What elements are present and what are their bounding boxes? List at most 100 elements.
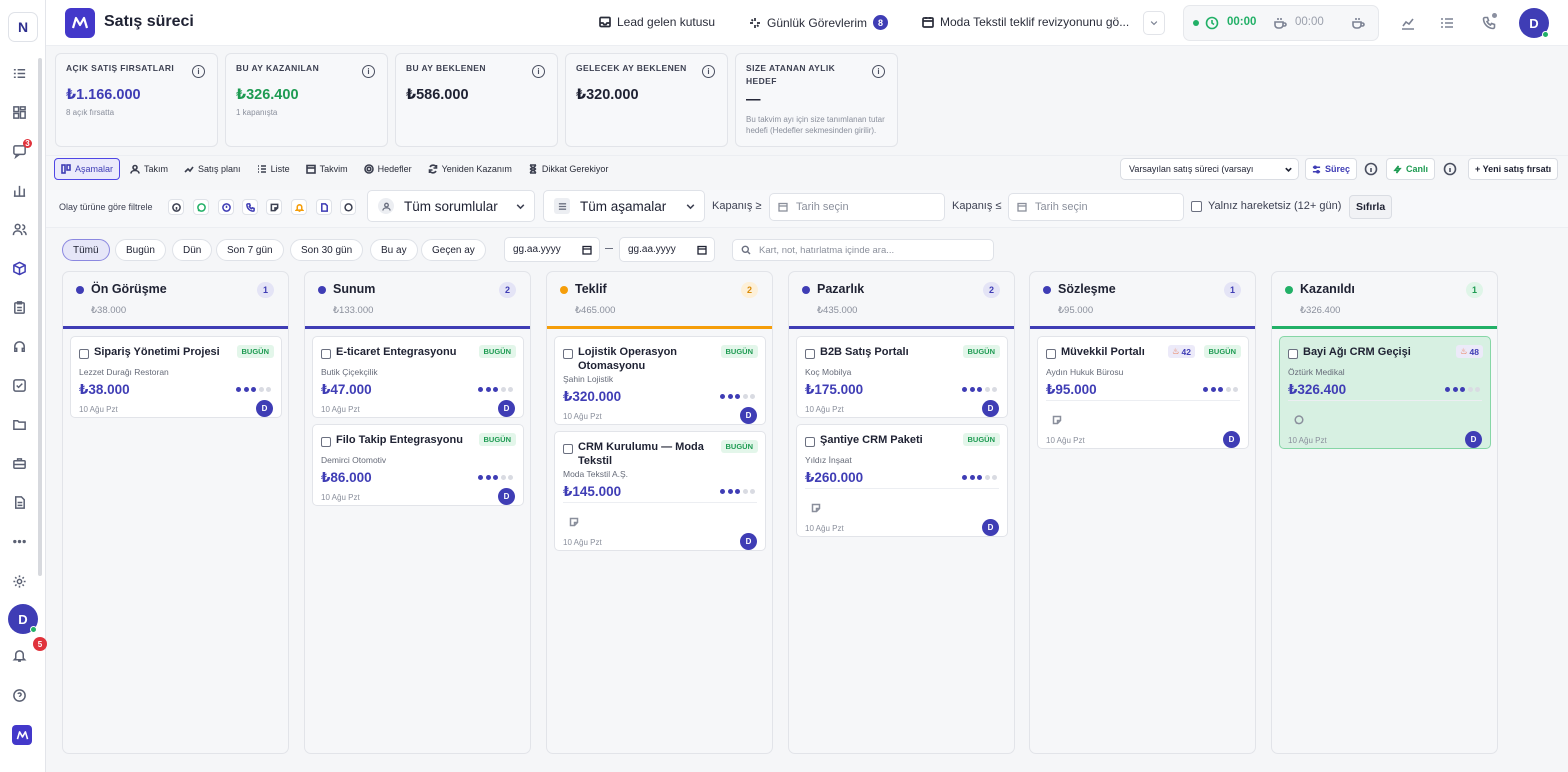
note-icon[interactable] — [811, 500, 821, 513]
date-chip[interactable]: Bugün — [115, 239, 166, 261]
note-icon[interactable] — [1052, 412, 1062, 425]
app-logo[interactable] — [65, 8, 95, 38]
workspace-switcher[interactable]: N — [8, 12, 38, 42]
task-list-icon[interactable] — [1439, 15, 1455, 31]
bell-icon[interactable] — [10, 646, 28, 664]
reminder-icon[interactable] — [291, 199, 307, 215]
inactive-only-checkbox[interactable] — [1191, 201, 1202, 212]
pipeline-select[interactable]: Varsayılan satış süreci (varsayı — [1120, 158, 1299, 180]
dashboard-icon[interactable] — [10, 103, 28, 121]
clipboard-icon[interactable] — [10, 298, 28, 316]
sidebar-scrollbar[interactable] — [38, 58, 42, 576]
brand-logo[interactable] — [12, 725, 32, 745]
settings-icon[interactable] — [10, 572, 28, 590]
info-icon[interactable]: i — [872, 65, 885, 78]
users-icon[interactable] — [10, 220, 28, 238]
info-icon[interactable]: i — [192, 65, 205, 78]
tab-calendar[interactable]: Takvim — [300, 158, 354, 180]
whatsapp-icon[interactable] — [193, 199, 209, 215]
call-icon[interactable] — [242, 199, 258, 215]
close-to-date[interactable]: Tarih seçin — [1008, 193, 1184, 221]
info-icon[interactable] — [168, 199, 184, 215]
date-chip[interactable]: Dün — [172, 239, 213, 261]
comment-icon[interactable] — [340, 199, 356, 215]
card-checkbox[interactable] — [805, 349, 815, 359]
tab-goals[interactable]: Hedefler — [358, 158, 418, 180]
tab-team[interactable]: Takım — [124, 158, 174, 180]
coffee-icon[interactable] — [1351, 16, 1365, 30]
close-from-date[interactable]: Tarih seçin — [769, 193, 945, 221]
card-checkbox[interactable] — [1046, 349, 1056, 359]
new-opportunity-button[interactable]: + Yeni satış fırsatı — [1468, 158, 1559, 180]
folder-icon[interactable] — [10, 415, 28, 433]
owner-avatar[interactable]: D — [498, 400, 515, 417]
owner-avatar[interactable]: D — [982, 400, 999, 417]
comment-icon[interactable] — [1294, 412, 1304, 425]
live-button[interactable]: Canlı — [1386, 158, 1436, 180]
card-checkbox[interactable] — [563, 444, 573, 454]
tab-winback[interactable]: Yeniden Kazanım — [422, 158, 518, 180]
process-info-icon[interactable] — [1362, 160, 1380, 178]
info-icon[interactable]: i — [532, 65, 545, 78]
tab-stages[interactable]: Aşamalar — [54, 158, 121, 180]
deal-card[interactable]: Lojistik Operasyon Otomasyonu BUGÜN Şahin … — [554, 336, 766, 425]
live-info-icon[interactable] — [1441, 160, 1459, 178]
reset-button[interactable]: Sıfırla — [1349, 195, 1393, 219]
card-checkbox[interactable] — [321, 437, 331, 447]
owner-avatar[interactable]: D — [1465, 431, 1482, 448]
owner-avatar[interactable]: D — [498, 488, 515, 505]
lead-inbox-link[interactable]: Lead gelen kutusu — [599, 15, 715, 29]
card-checkbox[interactable] — [321, 349, 331, 359]
date-chip[interactable]: Son 30 gün — [290, 239, 364, 261]
deal-card[interactable]: B2B Satış Portalı BUGÜN Koç Mobilya ₺175.0… — [796, 336, 1008, 418]
event-dropdown-button[interactable] — [1143, 11, 1165, 35]
note-icon[interactable] — [569, 514, 579, 527]
document-icon[interactable] — [316, 199, 332, 215]
deal-card[interactable]: CRM Kurulumu — Moda Tekstil BUGÜN Moda Tek… — [554, 431, 766, 551]
break-icon[interactable] — [1273, 16, 1287, 30]
date-chip[interactable]: Son 7 gün — [216, 239, 284, 261]
daily-tasks-link[interactable]: Günlük Görevlerim 8 — [749, 15, 889, 30]
cube-icon[interactable] — [10, 259, 28, 277]
date-chip[interactable]: Bu ay — [370, 239, 418, 261]
chart-icon[interactable] — [10, 181, 28, 199]
clock-icon[interactable] — [1205, 16, 1219, 30]
card-checkbox[interactable] — [1288, 349, 1298, 359]
owner-avatar[interactable]: D — [740, 407, 757, 424]
info-icon[interactable]: i — [702, 65, 715, 78]
info-icon[interactable]: i — [362, 65, 375, 78]
owner-avatar[interactable]: D — [982, 519, 999, 536]
date-chip[interactable]: Tümü — [62, 239, 110, 261]
analytics-icon[interactable] — [1400, 15, 1416, 31]
tab-attention[interactable]: Dikkat Gerekiyor — [522, 158, 615, 180]
status-icon[interactable] — [218, 199, 234, 215]
stage-dropdown[interactable]: Tüm aşamalar — [543, 190, 705, 222]
card-checkbox[interactable] — [563, 349, 573, 359]
deal-card[interactable]: Şantiye CRM Paketi BUGÜN Yıldız İnşaat ₺26… — [796, 424, 1008, 537]
card-checkbox[interactable] — [79, 349, 89, 359]
date-chip[interactable]: Geçen ay — [421, 239, 486, 261]
owner-avatar[interactable]: D — [740, 533, 757, 550]
tab-list[interactable]: Liste — [251, 158, 296, 180]
process-button[interactable]: Süreç — [1305, 158, 1358, 180]
owner-avatar[interactable]: D — [1223, 431, 1240, 448]
briefcase-icon[interactable] — [10, 454, 28, 472]
upcoming-event-link[interactable]: Moda Tekstil teklif revizyonunu gö... — [922, 15, 1129, 29]
checklist-icon[interactable] — [10, 376, 28, 394]
deal-card[interactable]: Bayi Ağı CRM Geçişi ♨ 48 Öztürk Medikal ₺32… — [1279, 336, 1491, 449]
note-icon[interactable] — [266, 199, 282, 215]
deal-card[interactable]: Filo Takip Entegrasyonu BUGÜN Demirci Otom… — [312, 424, 524, 506]
tasks-icon[interactable] — [10, 64, 28, 82]
card-checkbox[interactable] — [805, 437, 815, 447]
deal-card[interactable]: Sipariş Yönetimi Projesi BUGÜN Lezzet Dura… — [70, 336, 282, 418]
card-search-input[interactable]: Kart, not, hatırlatma içinde ara... — [732, 239, 994, 261]
range-to-input[interactable]: gg.aa.yyyy — [619, 237, 715, 262]
deal-card[interactable]: E-ticaret Entegrasyonu BUGÜN Butik Çiçekçi… — [312, 336, 524, 418]
document-icon[interactable] — [10, 493, 28, 511]
range-from-input[interactable]: gg.aa.yyyy — [504, 237, 600, 262]
more-icon[interactable] — [10, 532, 28, 550]
help-icon[interactable] — [10, 686, 28, 704]
deal-card[interactable]: Müvekkil Portalı BUGÜN ♨ 42 Aydın Hukuk Büro… — [1037, 336, 1249, 449]
owner-avatar[interactable]: D — [256, 400, 273, 417]
owner-dropdown[interactable]: Tüm sorumlular — [367, 190, 535, 222]
